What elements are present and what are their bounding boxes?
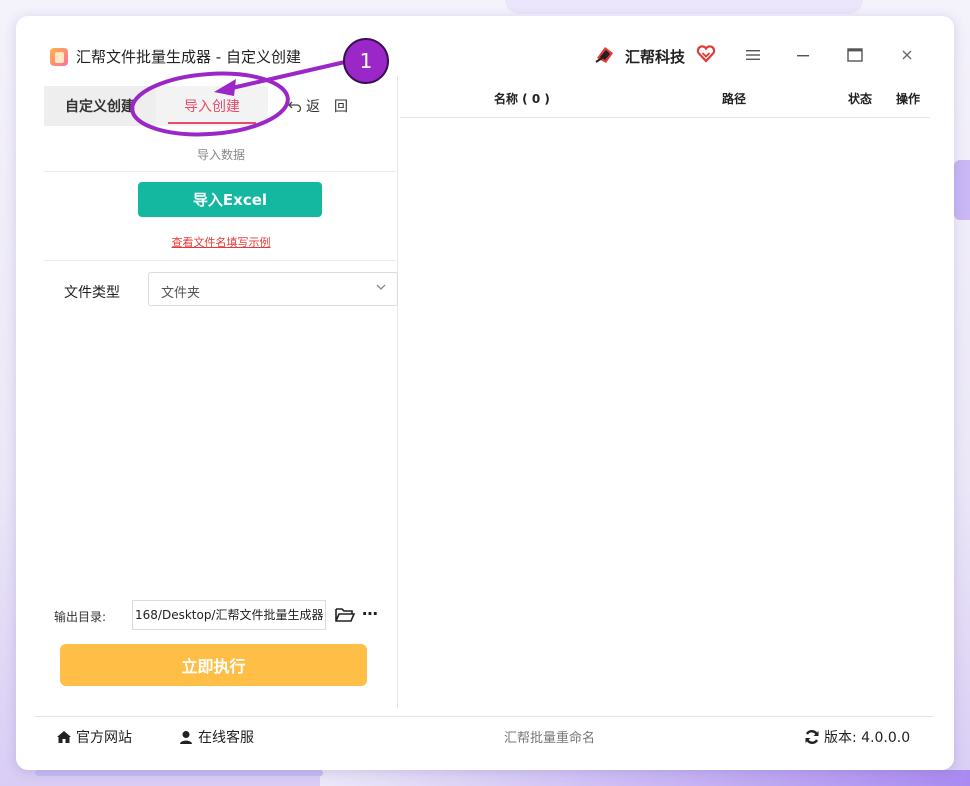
background-gradient [320,770,970,786]
minimize-icon [797,55,809,57]
brand-name: 汇帮科技 [625,48,686,66]
folder-open-icon[interactable] [335,606,355,624]
background-bar [35,770,323,776]
app-window: 汇帮文件批量生成器 - 自定义创建 汇帮科技 自定义创建 导入创建 返 回 导入… [16,16,954,770]
import-excel-button[interactable]: 导入Excel [138,182,322,217]
column-path: 路径 [722,92,747,106]
refresh-icon [805,730,819,744]
divider [44,171,398,172]
divider [44,260,398,261]
chevron-down-icon [376,284,386,290]
left-panel: 自定义创建 导入创建 返 回 导入数据 导入Excel 查看文件名填写示例 文件… [44,76,398,708]
official-site-label: 官方网站 [76,730,132,746]
official-site-link[interactable]: 官方网站 [56,727,132,747]
maximize-button[interactable] [844,44,866,66]
column-status: 状态 [848,92,873,106]
file-type-select[interactable]: 文件夹 [148,272,398,306]
online-support-link[interactable]: 在线客服 [178,727,254,747]
brand-logo-icon [595,47,613,63]
rename-tool-link[interactable]: 汇帮批量重命名 [504,727,595,746]
column-action: 操作 [896,92,921,106]
version-info[interactable]: 版本: 4.0.0.0 [804,727,910,747]
app-icon [50,48,68,66]
close-button[interactable] [896,44,918,66]
undo-icon [288,101,302,112]
file-table-header: 名称 ( 0 ) 路径 状态 操作 [400,76,930,118]
active-tab-indicator [168,122,256,124]
step-marker: 1 [343,38,389,84]
version-label: 版本: 4.0.0.0 [824,730,911,746]
menu-button[interactable] [742,44,764,66]
background-tab [505,0,863,14]
back-button[interactable]: 返 回 [288,94,348,118]
column-name: 名称 ( 0 ) [494,92,550,106]
more-options-icon[interactable]: ⋯ [362,604,379,623]
status-footer: 官方网站 在线客服 汇帮批量重命名 版本: 4.0.0.0 [34,716,934,752]
vip-heart-icon[interactable] [696,44,716,64]
file-type-label: 文件类型 [64,285,120,301]
import-data-hint: 导入数据 [196,148,245,162]
online-support-label: 在线客服 [198,730,254,746]
minimize-button[interactable] [792,44,814,66]
file-type-value: 文件夹 [161,286,201,301]
app-title: 汇帮文件批量生成器 - 自定义创建 [76,48,301,66]
filename-example-link[interactable]: 查看文件名填写示例 [44,234,398,250]
title-bar[interactable]: 汇帮文件批量生成器 - 自定义创建 汇帮科技 [16,16,954,76]
mode-tabs: 自定义创建 导入创建 返 回 [44,86,398,126]
tab-custom-create[interactable]: 自定义创建 [44,86,156,126]
background-strip [954,160,970,220]
tab-import-create[interactable]: 导入创建 [156,86,268,126]
home-icon [57,731,71,743]
support-agent-icon [180,731,192,744]
output-dir-field[interactable]: 168/Desktop/汇帮文件批量生成器 [132,600,326,630]
run-button[interactable]: 立即执行 [60,644,367,686]
output-dir-label: 输出目录: [54,610,107,624]
close-icon [902,50,912,60]
back-label: 返 回 [306,99,348,115]
hamburger-icon [746,50,760,60]
maximize-icon [847,48,863,62]
